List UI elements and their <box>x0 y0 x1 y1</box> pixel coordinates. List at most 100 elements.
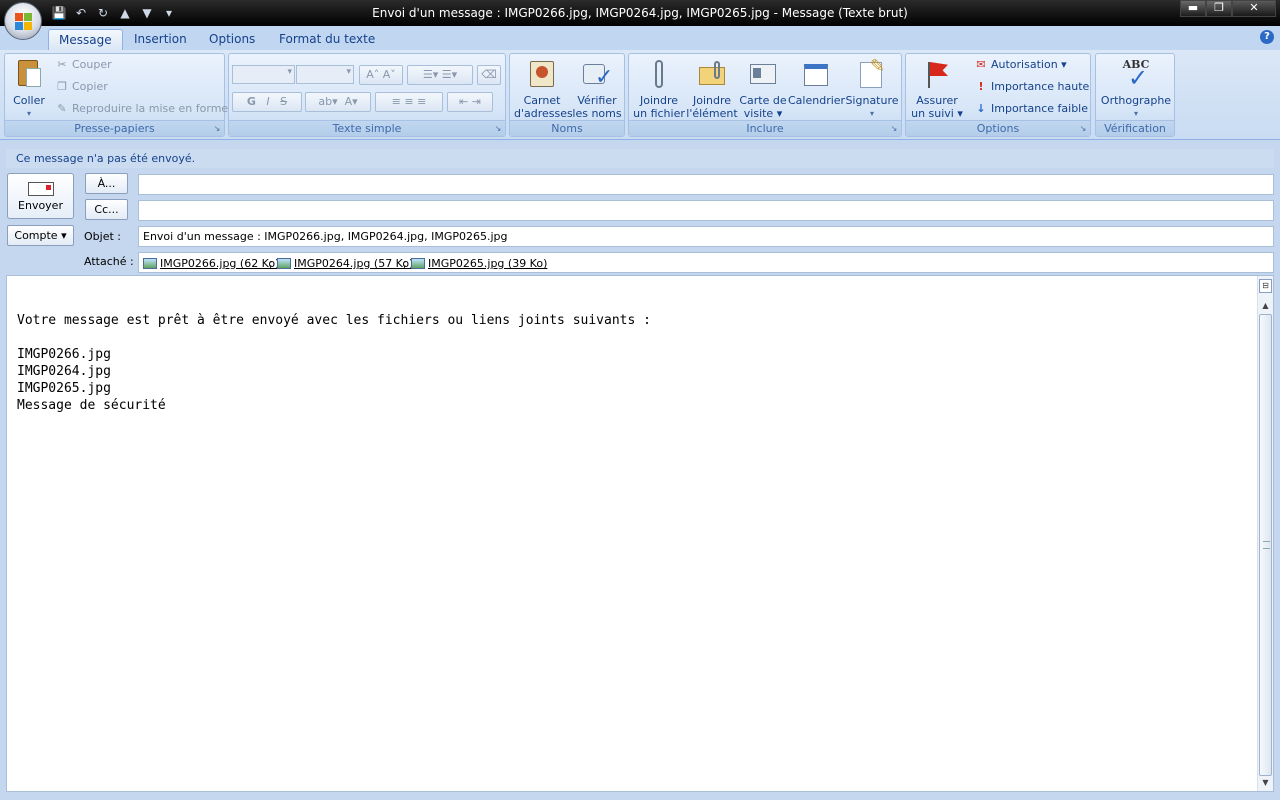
tab-options[interactable]: Options <box>199 29 265 50</box>
calendar-button[interactable]: Calendrier <box>788 58 845 107</box>
low-importance-button[interactable]: ↓ Importance faible <box>974 100 1088 118</box>
calendar-icon <box>800 58 832 90</box>
tab-format-du-texte[interactable]: Format du texte <box>269 29 385 50</box>
strike-button[interactable]: S <box>280 95 287 108</box>
group-clipboard: Coller ▾ ✂ Couper ❐ Copier ✎ Reproduire la … <box>4 53 228 137</box>
copy-button[interactable]: ❐ Copier <box>55 78 108 96</box>
follow-up-label-2: un suivi ▾ <box>911 107 963 120</box>
check-names-button[interactable]: ✓ Vérifier les noms <box>570 58 624 120</box>
to-field[interactable] <box>138 174 1274 195</box>
scroll-thumb[interactable] <box>1259 314 1272 776</box>
check-names-icon: ✓ <box>581 58 613 90</box>
attachment-item[interactable]: IMGP0264.jpg (57 Ko) <box>277 257 413 271</box>
include-launcher-icon[interactable]: ↘ <box>889 124 899 134</box>
bold-button[interactable]: G <box>247 95 256 108</box>
paste-label: Coller <box>13 94 45 107</box>
maximize-button[interactable]: ❐ <box>1206 0 1232 17</box>
spelling-button[interactable]: ABC ✓ Orthographe ▾ <box>1098 58 1174 120</box>
copy-icon: ❐ <box>57 80 67 93</box>
attach-file-button[interactable]: Joindre un fichier <box>632 58 686 120</box>
window-title: Envoi d'un message : IMGP0266.jpg, IMGP0… <box>372 6 908 20</box>
follow-up-button[interactable]: Assurer un suivi ▾ <box>909 58 965 120</box>
signature-button[interactable]: ✎ Signature ▾ <box>844 58 900 120</box>
image-file-icon <box>277 258 291 269</box>
spelling-check-icon: ABC ✓ <box>1120 58 1152 90</box>
cc-button[interactable]: Cc... <box>85 199 128 220</box>
attachment-item[interactable]: IMGP0265.jpg (39 Ko) <box>411 257 547 271</box>
address-book-label-1: Carnet <box>523 94 561 107</box>
attach-item-button[interactable]: Joindre l'élément <box>686 58 738 120</box>
permission-button[interactable]: ✉ Autorisation ▾ <box>974 56 1066 74</box>
group-basic-text: A˄ A˅ ☰▾ ☰▾ ⌫ G I S ab▾ A▾ ≡ ≡ ≡ ⇤ ⇥ Tex… <box>228 53 506 137</box>
to-button[interactable]: À... <box>85 173 128 194</box>
split-view-icon[interactable]: ⊟ <box>1259 279 1272 293</box>
subject-field[interactable]: Envoi d'un message : IMGP0266.jpg, IMGP0… <box>138 226 1274 247</box>
minimize-button[interactable]: ▬ <box>1180 0 1206 17</box>
attachment-separator: ; <box>269 257 273 270</box>
attached-label: Attaché : <box>84 255 134 268</box>
italic-button[interactable]: I <box>266 95 269 108</box>
group-label-names: Noms <box>510 120 624 136</box>
ribbon-tabs: Message Insertion Options Format du text… <box>0 26 1280 50</box>
font-name-combo[interactable] <box>232 65 295 84</box>
font-size-combo[interactable] <box>296 65 354 84</box>
clear-formatting-icon[interactable]: ⌫ <box>477 65 501 85</box>
business-card-button[interactable]: Carte de visite ▾ <box>738 58 788 120</box>
format-painter-button[interactable]: ✎ Reproduire la mise en forme <box>55 100 228 118</box>
options-launcher-icon[interactable]: ↘ <box>1078 124 1088 134</box>
image-file-icon <box>143 258 157 269</box>
attach-file-label-1: Joindre <box>639 94 679 107</box>
brush-icon: ✎ <box>57 102 67 115</box>
check-names-label-2: les noms <box>572 107 622 120</box>
basic-text-launcher-icon[interactable]: ↘ <box>493 124 503 134</box>
help-icon[interactable]: ? <box>1260 30 1274 44</box>
scroll-up-icon[interactable]: ▲ <box>1258 298 1273 314</box>
group-options: Assurer un suivi ▾ ✉ Autorisation ▾ ! Impo… <box>905 53 1091 137</box>
group-label-include: Inclure <box>629 120 901 136</box>
vertical-scrollbar[interactable]: ⊟ ▲ ▼ <box>1257 276 1273 791</box>
attachment-separator: ; <box>403 257 407 270</box>
bullets-numbering[interactable]: ☰▾ ☰▾ <box>407 65 473 85</box>
group-label-options: Options <box>906 120 1090 136</box>
tab-message[interactable]: Message <box>48 29 123 50</box>
close-button[interactable]: ✕ <box>1232 0 1276 17</box>
font-size-grow-shrink[interactable]: A˄ A˅ <box>359 65 403 85</box>
cut-button[interactable]: ✂ Couper <box>55 56 111 74</box>
signature-icon: ✎ <box>856 58 888 90</box>
font-style-buttons: G I S <box>232 92 302 112</box>
office-button[interactable] <box>4 2 42 40</box>
business-card-label-2: visite ▾ <box>743 107 783 120</box>
message-body-text[interactable]: Votre message est prêt à être envoyé ave… <box>17 312 651 414</box>
message-body[interactable]: Votre message est prêt à être envoyé ave… <box>6 275 1274 792</box>
follow-up-label-1: Assurer <box>916 94 958 107</box>
group-names: Carnet d'adresses ✓ Vérifier les noms No… <box>509 53 625 137</box>
font-color-button[interactable]: A <box>345 95 353 108</box>
flag-icon <box>921 58 953 90</box>
address-book-button[interactable]: Carnet d'adresses <box>514 58 573 120</box>
paste-button[interactable]: Coller ▾ <box>9 58 49 120</box>
highlight-icon[interactable]: ab▾ <box>318 95 337 108</box>
address-book-label-2: d'adresses <box>514 107 573 120</box>
tab-insertion[interactable]: Insertion <box>124 29 197 50</box>
attach-item-label-2: l'élément <box>686 107 738 120</box>
scissors-icon: ✂ <box>57 58 67 71</box>
scroll-down-icon[interactable]: ▼ <box>1258 775 1273 791</box>
ribbon: Coller ▾ ✂ Couper ❐ Copier ✎ Reproduire la … <box>0 50 1280 140</box>
permission-icon: ✉ <box>976 58 986 71</box>
align-buttons[interactable]: ≡ ≡ ≡ <box>375 92 443 112</box>
subject-label: Objet : <box>84 230 121 243</box>
clipboard-icon <box>13 58 45 90</box>
send-button[interactable]: Envoyer <box>7 173 74 219</box>
spelling-label: Orthographe <box>1100 94 1172 107</box>
indent-buttons[interactable]: ⇤ ⇥ <box>447 92 493 112</box>
group-label-basic-text: Texte simple <box>229 120 505 136</box>
high-importance-button[interactable]: ! Importance haute <box>974 78 1089 96</box>
account-button[interactable]: Compte ▾ <box>7 225 74 246</box>
cc-field[interactable] <box>138 200 1274 221</box>
attachment-item[interactable]: IMGP0266.jpg (62 Ko) <box>143 257 279 271</box>
attach-file-label-2: un fichier <box>633 107 685 120</box>
image-file-icon <box>411 258 425 269</box>
signature-label: Signature <box>845 94 899 107</box>
clipboard-launcher-icon[interactable]: ↘ <box>212 124 222 134</box>
address-book-icon <box>526 58 558 90</box>
